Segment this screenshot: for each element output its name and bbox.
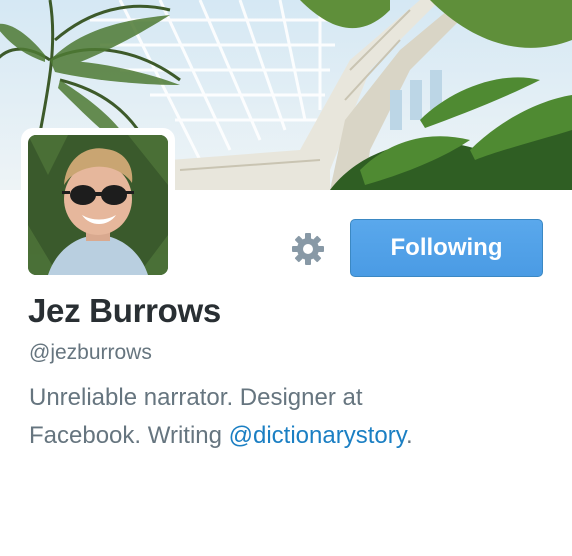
settings-gear-button[interactable] bbox=[290, 231, 326, 267]
profile-name[interactable]: Jez Burrows bbox=[28, 292, 221, 330]
gear-icon[interactable] bbox=[290, 231, 326, 267]
bio-suffix: . bbox=[405, 422, 413, 449]
following-button[interactable]: Following bbox=[350, 219, 543, 277]
dictionarystory-link[interactable]: @dictionarystory bbox=[229, 422, 406, 449]
profile-card: Following Jez Burrows @jezburrows Unreli… bbox=[0, 0, 572, 556]
profile-avatar-frame[interactable] bbox=[21, 128, 175, 282]
profile-handle[interactable]: @jezburrows bbox=[29, 341, 152, 365]
avatar[interactable] bbox=[28, 135, 168, 275]
profile-bio: Unreliable narrator. Designer at Faceboo… bbox=[29, 379, 529, 455]
bio-line-2: Facebook. Writing bbox=[29, 422, 229, 449]
bio-line-1: Unreliable narrator. Designer at bbox=[29, 384, 363, 411]
